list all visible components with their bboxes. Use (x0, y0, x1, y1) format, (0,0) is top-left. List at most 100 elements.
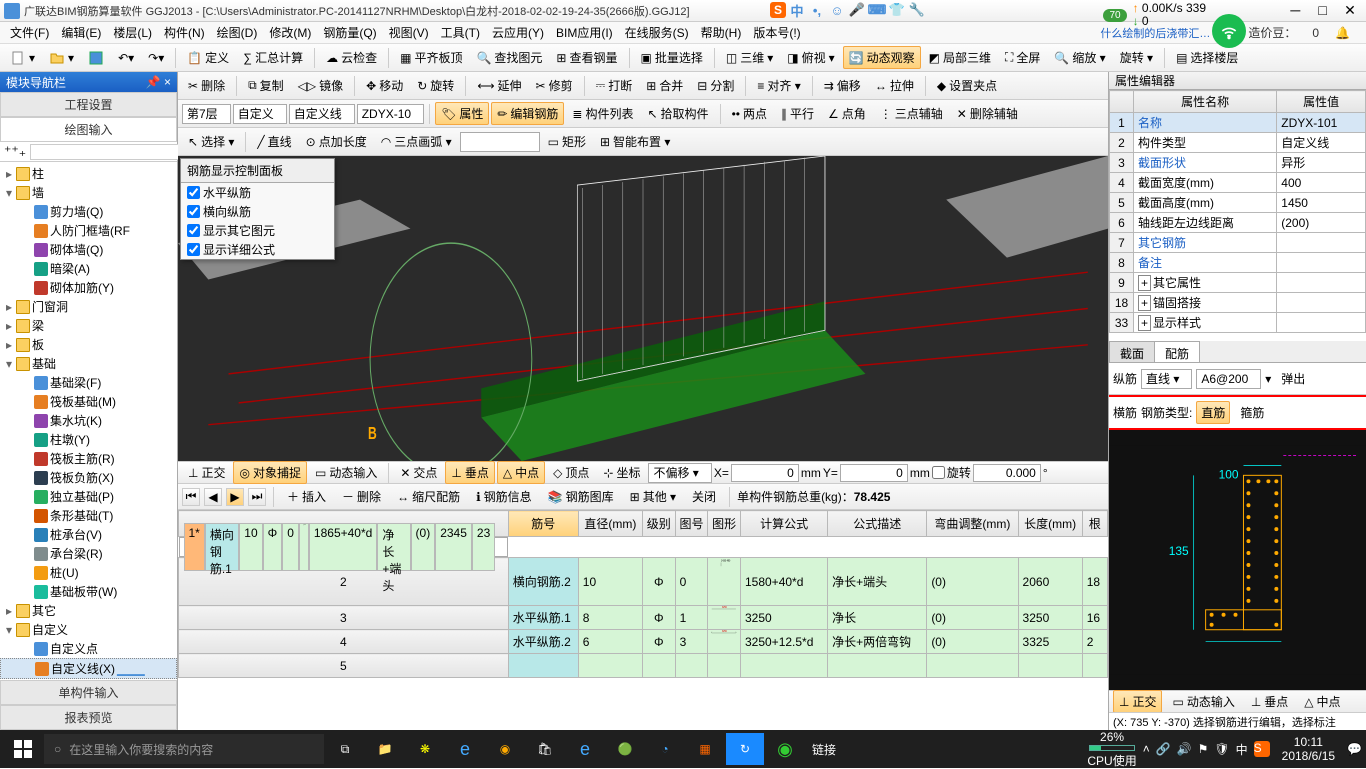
merge-button[interactable]: ⊞合并 (640, 74, 689, 97)
tab-project-settings[interactable]: 工程设置 (0, 92, 177, 117)
offset-mode[interactable]: 不偏移 ▾ (648, 463, 711, 483)
zoom-button[interactable]: 🔍缩放 ▾ (1048, 46, 1111, 69)
linestyle-select[interactable] (460, 132, 540, 152)
tree-node[interactable]: 桩承台(V) (0, 525, 177, 544)
mirror-button[interactable]: ◁▷镜像 (292, 74, 349, 97)
align-button[interactable]: ≡对齐 ▾ (751, 74, 806, 97)
chk-vert-rebar[interactable]: 横向纵筋 (181, 202, 334, 221)
vcr-play[interactable]: ▶ (226, 488, 244, 506)
selectfloor-button[interactable]: ▤选择楼层 (1170, 46, 1244, 69)
task-app5[interactable]: ◉ (766, 733, 804, 765)
scale-rebar[interactable]: ↔缩尺配筋 (391, 485, 466, 508)
tree-node[interactable]: ▸其它 (0, 601, 177, 620)
tree-node[interactable]: ▾自定义 (0, 620, 177, 639)
apex-snap[interactable]: ◇顶点 (547, 461, 595, 484)
cpu-meter[interactable]: 26%CPU使用 (1087, 730, 1136, 769)
property-grid[interactable]: 属性名称属性值1名称ZDYX-1012构件类型自定义线3截面形状异形4截面宽度(… (1109, 90, 1366, 333)
tab-rebar[interactable]: 配筋 (1154, 341, 1200, 362)
menu-modify[interactable]: 修改(M) (263, 22, 317, 43)
split-button[interactable]: ⊟分割 (691, 74, 740, 97)
tree-node[interactable]: ▸梁 (0, 316, 177, 335)
ime-sogou-icon[interactable]: S (770, 2, 786, 18)
tree-node[interactable]: ▸柱 (0, 164, 177, 183)
x-input[interactable] (731, 464, 799, 482)
tree-node[interactable]: 自定义线(X) ▁▁▁ (0, 658, 177, 679)
editrebar-button[interactable]: ✏编辑钢筋 (491, 102, 564, 125)
viewport-3d[interactable]: B 钢筋显示控制面板 水平纵筋 横向纵筋 显示其它图元 显示详细公式 (178, 156, 1108, 461)
tree-node[interactable]: ▸门窗洞 (0, 297, 177, 316)
open-button[interactable]: ▾ (43, 47, 80, 69)
ctype-select[interactable]: 自定义线 (289, 104, 355, 124)
task-link-label[interactable]: 链接 (812, 741, 836, 758)
menu-version[interactable]: 版本号(!) (747, 22, 806, 43)
flatboard-button[interactable]: ▦平齐板顶 (394, 46, 468, 69)
tray-ime-zh[interactable]: 中 (1236, 741, 1248, 758)
break-button[interactable]: ⎓打断 (590, 74, 639, 97)
straight-btn[interactable]: 直筋 (1196, 401, 1230, 424)
sec-ortho[interactable]: ⊥正交 (1113, 690, 1162, 713)
insert-row[interactable]: ＋插入 (281, 485, 332, 508)
rebar-lib[interactable]: 📚钢筋图库 (542, 485, 620, 508)
tray-clock[interactable]: 10:112018/6/15 (1276, 735, 1341, 764)
y-input[interactable] (840, 464, 908, 482)
rebar-grid[interactable]: 筋号直径(mm)级别图号图形计算公式公式描述弯曲调整(mm)长度(mm)根1*横… (178, 510, 1108, 730)
task-app1[interactable]: ❋ (406, 733, 444, 765)
task-explorer[interactable]: 📁 (366, 733, 404, 765)
tree-node[interactable]: 自定义点 (0, 639, 177, 658)
tray-up-icon[interactable]: ˄ (1143, 742, 1150, 756)
menu-draw[interactable]: 绘图(D) (211, 22, 264, 43)
tree-node[interactable]: 筏板基础(M) (0, 392, 177, 411)
select-button[interactable]: ↖选择 ▾ (182, 130, 240, 153)
tree-node[interactable]: 筏板主筋(R) (0, 449, 177, 468)
delete-row[interactable]: －删除 (336, 485, 387, 508)
dyninput-toggle[interactable]: ▭动态输入 (309, 461, 383, 484)
menu-rebar[interactable]: 钢筋量(Q) (317, 22, 382, 43)
tree-node[interactable]: ▾墙 (0, 183, 177, 202)
parallel-button[interactable]: ∥平行 (775, 102, 820, 125)
sumcalc-button[interactable]: ∑ 汇总计算 (237, 46, 309, 69)
tree-node[interactable]: 剪力墙(Q) (0, 202, 177, 221)
rotate-check[interactable] (932, 466, 945, 479)
define-button[interactable]: 📋定义 (181, 46, 235, 69)
tree-node[interactable]: 桩(U) (0, 563, 177, 582)
componentlist-button[interactable]: ≣构件列表 (566, 102, 639, 125)
cloudcheck-button[interactable]: ☁云检查 (320, 46, 383, 69)
redo-button[interactable]: ↷▾ (142, 48, 170, 68)
tab-report-preview[interactable]: 报表预览 (0, 705, 177, 730)
menu-file[interactable]: 文件(F) (4, 22, 55, 43)
rebar-row[interactable]: 5 (179, 654, 1108, 678)
menu-edit[interactable]: 编辑(E) (55, 22, 107, 43)
rebar-row[interactable]: 4水平纵筋.26Φ332503250+12.5*d净长+两倍弯钩(0)33252 (179, 630, 1108, 654)
tray-sogou-icon[interactable]: S (1254, 741, 1270, 757)
vcr-last[interactable]: ⏭ (248, 488, 266, 506)
fullscreen-button[interactable]: ⛶全屏 (999, 46, 1046, 69)
tree-node[interactable]: 集水坑(K) (0, 411, 177, 430)
tree-node[interactable]: 暗梁(A) (0, 259, 177, 278)
tray-net-icon[interactable]: 🔗 (1156, 742, 1171, 756)
bell-icon[interactable]: 🔔 (1329, 24, 1356, 42)
twopoint-button[interactable]: ••两点 (726, 102, 773, 125)
tree-node[interactable]: 人防门框墙(RF (0, 221, 177, 240)
viewrebar-button[interactable]: ⊞查看钢量 (550, 46, 623, 69)
birdview-button[interactable]: ◨俯视▾ (781, 46, 840, 69)
taskview-icon[interactable]: ⧉ (326, 733, 364, 765)
perp-snap[interactable]: ⊥垂点 (445, 461, 494, 484)
chk-other-elem[interactable]: 显示其它图元 (181, 221, 334, 240)
menu-online[interactable]: 在线服务(S) (619, 22, 695, 43)
chk-horz-rebar[interactable]: 水平纵筋 (181, 183, 334, 202)
task-qq[interactable]: ◔ (646, 733, 684, 765)
close-grid[interactable]: 关闭 (686, 485, 722, 508)
rebar-row[interactable]: 1*横向钢筋.110Φ01435 4803601865+40*d净长+端头(0)… (179, 537, 509, 557)
rebar-info[interactable]: ℹ钢筋信息 (470, 485, 538, 508)
start-button[interactable] (4, 733, 42, 765)
cname-select[interactable]: ZDYX-10 (357, 104, 424, 124)
pointangle-button[interactable]: ∠点角 (822, 102, 872, 125)
tab-draw-input[interactable]: 绘图输入 (0, 117, 177, 142)
maximize-button[interactable]: □ (1311, 2, 1335, 18)
trim-button[interactable]: ✂修剪 (530, 74, 579, 97)
sec-dyn[interactable]: ▭动态输入 (1166, 690, 1240, 713)
menu-floor[interactable]: 楼层(L) (107, 22, 158, 43)
component-tree[interactable]: ▸柱▾墙剪力墙(Q)人防门框墙(RF砌体墙(Q)暗梁(A)砌体加筋(Y)▸门窗洞… (0, 162, 177, 680)
tree-node[interactable]: 基础梁(F) (0, 373, 177, 392)
task-app4[interactable]: ↻ (726, 733, 764, 765)
